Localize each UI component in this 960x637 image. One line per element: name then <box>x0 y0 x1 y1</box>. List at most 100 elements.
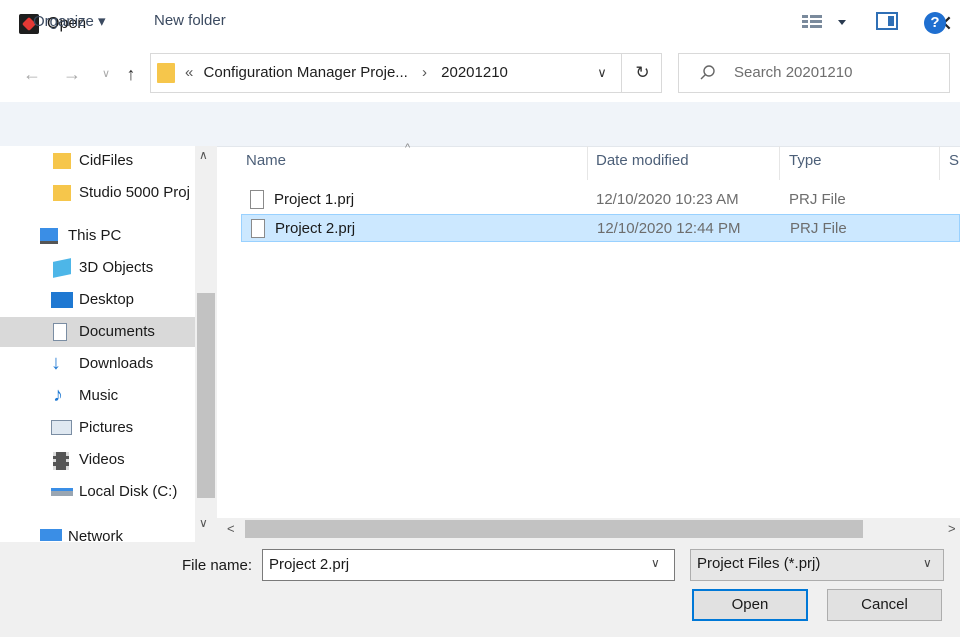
arrow-left-icon: ← <box>23 64 41 84</box>
sidebar-item-3d-objects[interactable]: 3D Objects <box>0 253 195 283</box>
address-bar[interactable]: « Configuration Manager Proje... › 20201… <box>150 53 662 93</box>
breadcrumb-segment[interactable]: Configuration Manager Proje... <box>204 64 408 81</box>
sidebar-item-label: CidFiles <box>79 152 134 169</box>
file-name: Project 2.prj <box>275 220 356 237</box>
sidebar-item-downloads[interactable]: ↓ Downloads <box>0 349 195 379</box>
table-row[interactable]: Project 1.prj 12/10/2020 10:23 AM PRJ Fi… <box>241 186 960 214</box>
up-button[interactable]: ↑ <box>119 62 143 86</box>
address-dropdown-button[interactable]: ∨ <box>591 62 613 84</box>
search-box[interactable]: Search 20201210 <box>678 53 950 93</box>
breadcrumb: « Configuration Manager Proje... › 20201… <box>185 64 508 81</box>
column-separator[interactable] <box>939 146 940 180</box>
column-header-size[interactable]: Si <box>949 152 960 169</box>
organize-button[interactable]: Organize ▾ <box>33 12 106 30</box>
forward-button[interactable]: → <box>60 62 84 86</box>
folder-icon <box>53 153 71 169</box>
film-icon <box>53 452 69 470</box>
filetype-select[interactable]: Project Files (*.prj) ∨ <box>690 549 944 581</box>
folder-icon <box>53 185 71 201</box>
sidebar-item-pictures[interactable]: Pictures <box>0 413 195 443</box>
filename-label: File name: <box>182 557 253 574</box>
music-note-icon: ♪ <box>53 384 63 406</box>
sidebar-item-music[interactable]: ♪ Music <box>0 381 195 411</box>
sidebar-item-network[interactable]: Network <box>0 522 195 542</box>
chevron-down-icon[interactable]: ∨ <box>651 556 660 570</box>
nav-pane-scroll-thumb[interactable] <box>197 293 215 498</box>
open-button[interactable]: Open <box>692 589 808 621</box>
preview-pane-icon[interactable] <box>876 12 898 30</box>
sidebar-item-local-disk[interactable]: Local Disk (C:) <box>0 477 195 507</box>
column-header-type[interactable]: Type <box>789 152 822 169</box>
sidebar-item-this-pc[interactable]: This PC <box>0 221 195 251</box>
view-details-icon <box>802 15 846 28</box>
filename-combobox[interactable]: ∨ <box>262 549 675 581</box>
file-list: ^ Name Date modified Type Si Project 1.p… <box>217 142 960 518</box>
file-icon <box>251 219 265 238</box>
column-header-date-modified[interactable]: Date modified <box>596 152 689 169</box>
filename-input[interactable] <box>267 555 641 574</box>
folder-icon <box>157 63 175 83</box>
sidebar-item-label: This PC <box>68 227 122 244</box>
refresh-button[interactable]: ↻ <box>621 53 663 93</box>
scroll-down-icon[interactable]: ∨ <box>199 516 208 530</box>
change-view-button[interactable] <box>802 11 852 33</box>
breadcrumb-separator[interactable]: › <box>422 64 427 81</box>
horizontal-scroll-thumb[interactable] <box>245 520 863 538</box>
file-date: 12/10/2020 12:44 PM <box>597 220 741 237</box>
file-name: Project 1.prj <box>274 191 355 208</box>
cube-icon <box>53 258 71 278</box>
command-bar <box>0 102 960 147</box>
filetype-value: Project Files (*.prj) <box>697 555 821 572</box>
sidebar-item-label: Desktop <box>79 291 135 308</box>
breadcrumb-segment[interactable]: 20201210 <box>441 64 508 81</box>
back-button[interactable]: ← <box>20 62 44 86</box>
sidebar-item-label: 3D Objects <box>79 259 154 276</box>
sidebar-item-label: Music <box>79 387 119 404</box>
scroll-up-icon[interactable]: ∧ <box>199 148 208 162</box>
refresh-icon: ↻ <box>635 63 650 82</box>
chevron-down-icon: ∨ <box>597 65 607 80</box>
sidebar-item-label: Local Disk (C:) <box>79 483 178 500</box>
cancel-button[interactable]: Cancel <box>827 589 942 621</box>
sort-ascending-icon: ^ <box>405 142 411 154</box>
sidebar-item-documents[interactable]: Documents <box>0 317 195 347</box>
help-icon[interactable]: ? <box>924 12 946 34</box>
search-icon <box>700 65 715 80</box>
search-placeholder: Search 20201210 <box>734 64 853 81</box>
breadcrumb-overflow[interactable]: « <box>185 64 193 81</box>
file-type: PRJ File <box>789 191 846 208</box>
document-icon <box>53 323 67 341</box>
sidebar-item-label: Videos <box>79 451 125 468</box>
desktop-icon <box>51 292 73 308</box>
chevron-down-icon: ∨ <box>923 556 932 570</box>
sidebar-item-label: Network <box>68 528 124 542</box>
sidebar-item-label: Pictures <box>79 419 134 436</box>
sidebar-item-desktop[interactable]: Desktop <box>0 285 195 315</box>
column-separator[interactable] <box>779 146 780 180</box>
chevron-down-icon: ∨ <box>101 68 111 80</box>
sidebar-item-cidfiles[interactable]: CidFiles <box>0 146 195 176</box>
picture-icon <box>51 420 72 435</box>
column-separator[interactable] <box>587 146 588 180</box>
network-icon <box>40 529 62 541</box>
computer-icon <box>40 228 58 244</box>
sidebar-item-label: Downloads <box>79 355 154 372</box>
download-icon: ↓ <box>51 352 61 374</box>
sidebar-item-studio-5000[interactable]: Studio 5000 Proj <box>0 178 195 208</box>
disk-icon <box>51 488 73 496</box>
sidebar-item-videos[interactable]: Videos <box>0 445 195 475</box>
navigation-pane: CidFiles Studio 5000 Proj This PC 3D Obj… <box>0 146 217 542</box>
table-row[interactable]: Project 2.prj 12/10/2020 12:44 PM PRJ Fi… <box>241 214 960 242</box>
arrow-up-icon: ↑ <box>126 64 136 84</box>
file-date: 12/10/2020 10:23 AM <box>596 191 739 208</box>
arrow-right-icon: → <box>63 64 81 84</box>
sidebar-item-label: Studio 5000 Proj <box>79 184 190 201</box>
file-icon <box>250 190 264 209</box>
sidebar-item-label: Documents <box>79 323 155 340</box>
recent-locations-button[interactable]: ∨ <box>94 62 118 86</box>
file-type: PRJ File <box>790 220 847 237</box>
scroll-left-icon[interactable]: < <box>227 521 235 536</box>
column-header-name[interactable]: Name <box>246 152 286 169</box>
scroll-right-icon[interactable]: > <box>948 521 956 536</box>
new-folder-button[interactable]: New folder <box>154 12 226 29</box>
